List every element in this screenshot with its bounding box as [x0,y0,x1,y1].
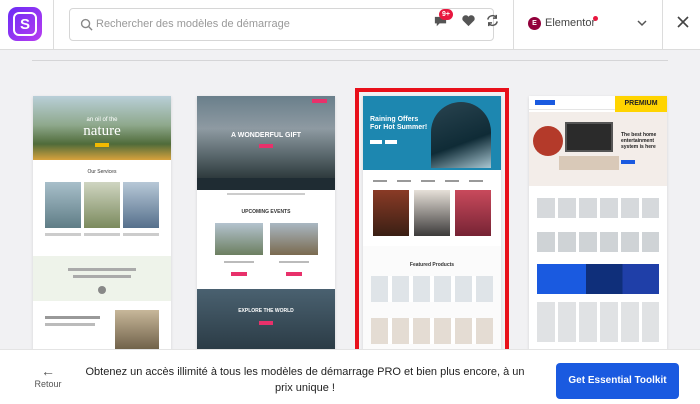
template-text-line [279,261,309,263]
template-product-row [537,232,659,252]
template-product-row [537,198,659,218]
template-text-line [84,233,120,236]
separator [32,60,668,61]
template-section-title: Our Services [87,169,117,175]
template-text-line [45,323,95,326]
upgrade-bar: ← Retour Obtenez un accès illimité à tou… [0,349,700,404]
template-text-line [123,233,159,236]
template-hero-button [385,140,397,144]
template-image [373,190,409,236]
template-testimonial [33,256,171,301]
template-cabinet [559,156,619,170]
template-strip [197,178,335,190]
builder-status-dot [593,16,598,21]
promo-text: Obtenez un accès illimité à tous les mod… [85,366,525,394]
template-card-electronics[interactable]: PREMIUM The best home entertainment syst… [529,96,667,352]
template-button [231,272,247,276]
chevron-down-icon [637,20,647,27]
template-hero-image [431,102,491,168]
template-product-row [537,302,659,342]
template-logo [535,100,555,105]
template-text-line [224,261,254,263]
template-button [259,321,273,325]
template-hero-title: The best home entertainment system is he… [621,132,657,150]
divider [513,0,514,50]
arrow-left-icon: ← [41,363,55,379]
favorites-heart-icon[interactable] [461,13,476,28]
template-hero-button [621,160,635,164]
builder-name: Elementor [545,17,596,29]
template-hero-button [259,144,273,148]
notification-badge: 9+ [439,9,453,20]
template-product-row [371,276,493,302]
template-image [215,223,263,255]
elementor-icon: E [528,17,541,30]
sync-refresh-icon[interactable] [485,13,500,28]
template-card-events[interactable]: A WONDERFUL GIFT UPCOMING EVENTS EXPLORE… [197,96,335,352]
back-button[interactable]: ← Retour [33,363,63,389]
template-hero-button [370,140,382,144]
template-image [270,223,318,255]
template-hero-title: A WONDERFUL GIFT [231,132,301,139]
app-logo[interactable]: S [8,7,42,41]
template-image [414,190,450,236]
template-product-row [371,318,493,344]
logo-s-icon: S [13,12,37,36]
template-image [84,182,120,228]
template-hero-button [95,143,109,147]
template-promo-banner [537,264,659,294]
template-hero-title: Raining Offers For Hot Summer! [370,116,428,131]
template-tv-image [565,122,613,152]
page-builder-select[interactable]: E Elementor [518,8,658,41]
template-avatar [98,286,106,294]
template-brand-logos [373,180,491,182]
search-input[interactable]: Rechercher des modèles de démarrage [96,18,290,30]
template-image [123,182,159,228]
get-essential-toolkit-button[interactable]: Get Essential Toolkit [556,363,679,399]
template-footer-title: EXPLORE THE WORLD [238,308,294,314]
template-image [115,310,159,350]
template-text-line [227,193,305,195]
search-icon [80,18,93,31]
search-box[interactable]: Rechercher des modèles de démarrage [69,8,494,41]
template-nav-button [312,99,327,103]
premium-badge: PREMIUM [615,96,667,112]
template-hero-title: nature [83,123,121,139]
template-text-line [73,275,131,278]
template-button [286,272,302,276]
back-label: Retour [34,379,62,389]
close-icon[interactable] [676,15,690,29]
template-text-line [68,268,136,271]
template-hero-art [533,126,563,156]
template-section-title: Featured Products [409,262,455,268]
template-section-title: UPCOMING EVENTS [241,209,291,215]
template-card-fashion-selected[interactable]: Raining Offers For Hot Summer! Featured … [355,88,509,360]
divider [53,0,54,50]
template-text-line [45,316,100,319]
top-bar: S Rechercher des modèles de démarrage 9+… [0,0,700,50]
template-text-line [45,233,81,236]
template-image [455,190,491,236]
template-image [45,182,81,228]
divider [662,0,663,50]
template-card-nature[interactable]: an oil of the nature Our Services [33,96,171,352]
